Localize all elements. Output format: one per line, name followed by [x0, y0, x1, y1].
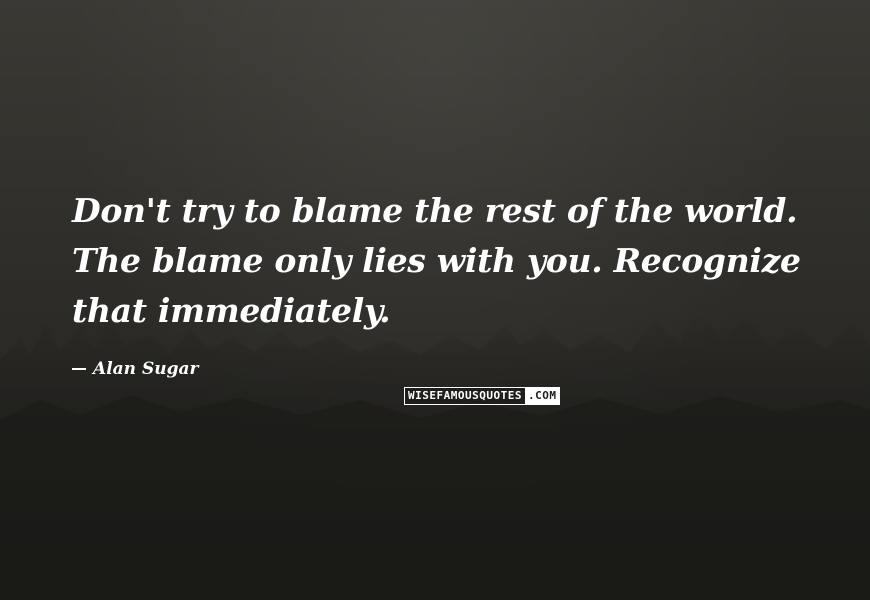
author-attribution: Alan Sugar: [72, 358, 198, 380]
watermark-right: .COM: [524, 388, 560, 404]
dash-icon: [72, 368, 86, 370]
watermark-logo: WISEFAMOUSQUOTES .COM: [404, 387, 561, 405]
quote-text: Don't try to blame the rest of the world…: [72, 191, 801, 330]
watermark-left: WISEFAMOUSQUOTES: [405, 388, 525, 404]
author-name: Alan Sugar: [93, 359, 199, 379]
